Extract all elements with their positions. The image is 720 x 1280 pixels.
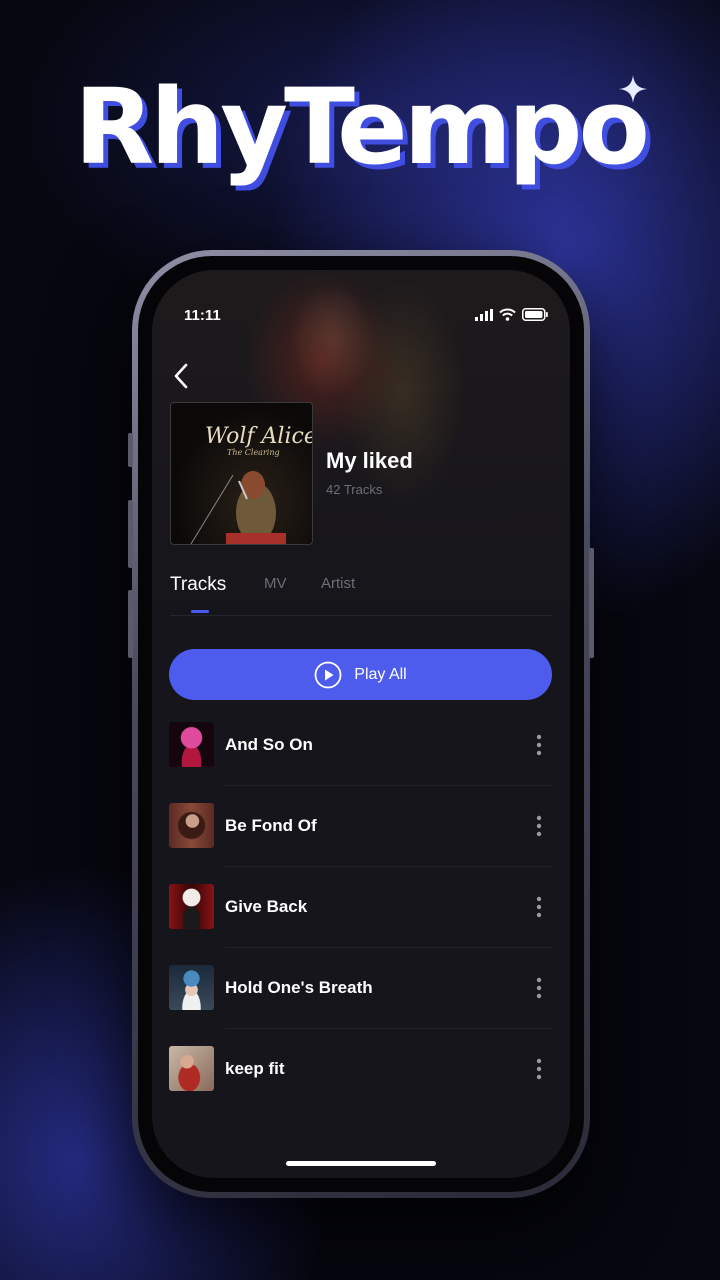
row-divider	[225, 947, 552, 948]
active-tab-indicator	[191, 610, 209, 613]
battery-icon	[522, 308, 548, 321]
more-vertical-icon[interactable]	[532, 732, 546, 758]
cover-art-image: Wolf Alice The Clearing	[190, 424, 312, 544]
more-vertical-icon[interactable]	[532, 1056, 546, 1082]
track-title: Be Fond Of	[225, 816, 317, 835]
sparkle-icon	[619, 75, 647, 103]
track-thumbnail	[169, 1046, 214, 1091]
more-vertical-icon[interactable]	[532, 894, 546, 920]
track-title: Give Back	[225, 897, 308, 916]
row-divider	[225, 866, 552, 867]
track-row[interactable]: Give Back	[169, 884, 552, 965]
track-row[interactable]: keep fit	[169, 1046, 552, 1127]
status-time: 11:11	[184, 307, 221, 324]
brand-title: RhyTempo	[74, 66, 650, 188]
track-row[interactable]: Hold One's Breath	[169, 965, 552, 1046]
cover-art-lettering: Wolf Alice	[205, 424, 312, 449]
track-title: And So On	[225, 735, 313, 754]
signal-icon	[475, 308, 493, 321]
play-all-label: Play All	[354, 665, 407, 683]
track-title: Hold One's Breath	[225, 978, 373, 997]
home-indicator[interactable]	[286, 1161, 436, 1166]
app-screen: 11:11 Wolf Alice The Clearing My liked 4…	[152, 270, 570, 1178]
cover-art-sublettering: The Clearing	[227, 448, 280, 457]
track-thumbnail	[169, 722, 214, 767]
row-divider	[225, 785, 552, 786]
more-vertical-icon[interactable]	[532, 813, 546, 839]
phone-action-button	[128, 433, 133, 467]
phone-volume-up-button	[128, 500, 133, 568]
status-icons	[475, 308, 548, 321]
tab-tracks[interactable]: Tracks	[170, 574, 226, 596]
track-thumbnail	[169, 884, 214, 929]
phone-volume-down-button	[128, 590, 133, 658]
playlist-cover: Wolf Alice The Clearing	[170, 402, 313, 545]
phone-frame: 11:11 Wolf Alice The Clearing My liked 4…	[128, 250, 594, 1198]
playlist-title: My liked	[326, 448, 413, 473]
track-row[interactable]: Be Fond Of	[169, 803, 552, 884]
back-chevron-icon[interactable]	[164, 358, 200, 394]
cover-singer-skirt	[226, 533, 286, 544]
wifi-icon	[499, 308, 516, 321]
row-divider	[225, 1028, 552, 1029]
track-row[interactable]: And So On	[169, 722, 552, 803]
tab-artist[interactable]: Artist	[321, 575, 355, 592]
track-title: keep fit	[225, 1059, 285, 1078]
tab-bar: Tracks MV Artist	[170, 574, 552, 616]
playlist-track-count: 42 Tracks	[326, 482, 383, 497]
more-vertical-icon[interactable]	[532, 975, 546, 1001]
track-thumbnail	[169, 965, 214, 1010]
phone-power-button	[589, 548, 594, 658]
play-circle-icon	[314, 661, 342, 688]
tab-mv[interactable]: MV	[264, 575, 287, 592]
play-all-button[interactable]: Play All	[169, 649, 552, 700]
track-thumbnail	[169, 803, 214, 848]
